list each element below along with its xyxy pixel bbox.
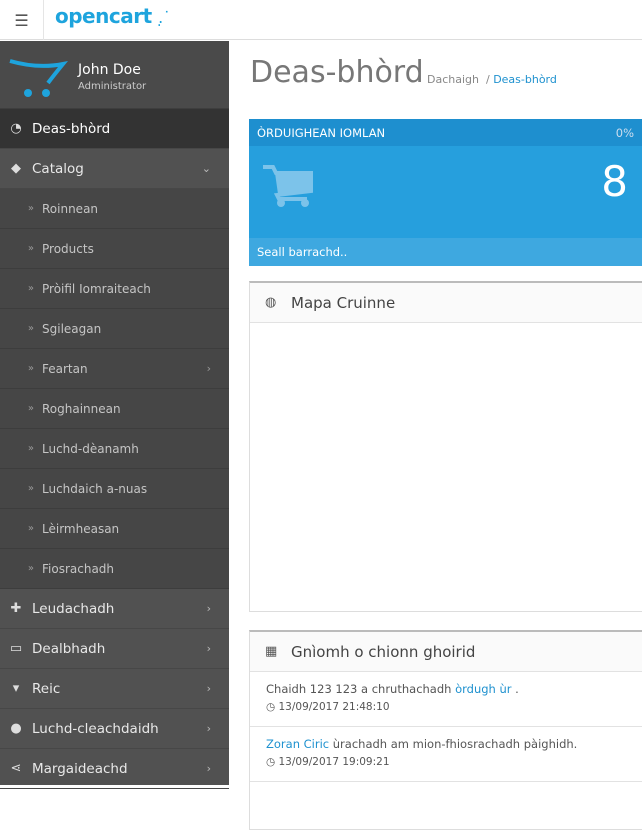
- nav-sales[interactable]: ▾ Reic ›: [0, 669, 229, 709]
- opencart-avatar: [9, 59, 68, 97]
- nav-label: Roinnean: [42, 201, 99, 216]
- breadcrumb-dashboard[interactable]: Deas-bhòrd: [493, 73, 557, 86]
- top-header: ☰ opencart .̣˙: [0, 0, 642, 40]
- nav-label: Reic: [32, 680, 61, 697]
- double-angle-icon: »: [27, 363, 34, 374]
- user-icon: ●: [10, 721, 22, 736]
- chevron-right-icon: ›: [206, 642, 211, 655]
- recent-activity-panel: ▦ Gnìomh o chionn ghoirid Chaidh 123 123 …: [249, 630, 642, 830]
- double-angle-icon: »: [27, 283, 34, 294]
- nav-sub-profiles[interactable]: » Pròifil Iomraiteach: [0, 269, 229, 309]
- activity-text: .: [511, 682, 519, 696]
- activity-time: 13/09/2017 19:09:21: [278, 756, 390, 768]
- nav-label: Products: [42, 241, 94, 256]
- sidebar: John Doe Administrator ◔ Deas-bhòrd ◆ Cata…: [0, 41, 229, 789]
- opencart-logo[interactable]: opencart .̣˙: [55, 4, 171, 28]
- dashboard-icon: ◔: [10, 121, 22, 136]
- nav-design[interactable]: ▭ Dealbhadh ›: [0, 629, 229, 669]
- breadcrumb-home[interactable]: Dachaigh: [427, 73, 479, 86]
- nav-label: Fiosrachadh: [42, 561, 115, 576]
- nav-sub-downloads[interactable]: » Luchdaich a-nuas: [0, 469, 229, 509]
- activity-link[interactable]: òrdugh ùr: [455, 682, 511, 696]
- nav-sub-options[interactable]: » Roghainnean: [0, 389, 229, 429]
- tile-value: 8: [601, 157, 628, 206]
- view-more-link[interactable]: Seall barrachd..: [249, 238, 642, 266]
- panel-title: Mapa Cruinne: [291, 293, 396, 312]
- double-angle-icon: »: [27, 203, 34, 214]
- activity-link[interactable]: Zoran Ciric: [266, 737, 329, 751]
- double-angle-icon: »: [27, 243, 34, 254]
- nav-dashboard[interactable]: ◔ Deas-bhòrd: [0, 109, 229, 149]
- double-angle-icon: »: [27, 443, 34, 454]
- tile-percent: 0%: [615, 125, 634, 140]
- chevron-down-icon: ⌄: [201, 162, 211, 175]
- cart-icon: ▾: [12, 681, 20, 696]
- double-angle-icon: »: [27, 483, 34, 494]
- clock-icon: ◷: [266, 756, 279, 768]
- page-title: Deas-bhòrd: [250, 55, 424, 90]
- activity-text: ùrachadh am mion-fhiosrachadh pàighidh.: [329, 737, 578, 751]
- tile-title: ÒRDUIGHEAN IOMLAN: [257, 125, 386, 140]
- activity-item: Zoran Ciric ùrachadh am mion-fhiosrachad…: [250, 727, 642, 782]
- nav-label: Roghainnean: [42, 401, 121, 416]
- activity-text: Chaidh 123 123 a chruthachadh: [266, 682, 456, 696]
- nav-label: Leudachadh: [32, 600, 115, 617]
- activity-item: Chaidh 123 123 a chruthachadh òrdugh ùr …: [250, 672, 642, 727]
- clock-icon: ◷: [266, 701, 279, 713]
- nav-sub-products[interactable]: » Products: [0, 229, 229, 269]
- share-icon: ⋖: [10, 761, 22, 776]
- chevron-right-icon: ›: [206, 682, 211, 695]
- double-angle-icon: »: [27, 403, 34, 414]
- nav-label: Luchd-dèanamh: [42, 441, 139, 456]
- user-role: Administrator: [78, 81, 147, 92]
- activity-time: 13/09/2017 21:48:10: [278, 701, 390, 713]
- nav-label: Margaideachd: [32, 760, 128, 777]
- nav-sub-roinnean[interactable]: » Roinnean: [0, 189, 229, 229]
- nav-label: Sgileagan: [42, 321, 102, 336]
- nav-marketing[interactable]: ⋖ Margaideachd ›: [0, 749, 229, 789]
- nav-sub-reviews[interactable]: » Lèirmheasan: [0, 509, 229, 549]
- indent-icon: ☰: [14, 10, 29, 30]
- double-angle-icon: »: [27, 523, 34, 534]
- total-orders-tile: ÒRDUIGHEAN IOMLAN 0% 8 Seall barrachd..: [249, 119, 642, 266]
- chevron-right-icon: ›: [206, 762, 211, 775]
- globe-icon: ◍: [265, 295, 277, 310]
- shopping-cart-icon: [263, 165, 313, 207]
- nav-customers[interactable]: ● Luchd-cleachdaidh ›: [0, 709, 229, 749]
- puzzle-icon: ✚: [10, 601, 22, 616]
- nav-sub-filters[interactable]: » Sgileagan: [0, 309, 229, 349]
- desktop-icon: ▭: [9, 641, 23, 656]
- menu-toggle-button[interactable]: ☰: [0, 0, 44, 40]
- nav-sub-attributes[interactable]: » Feartan ›: [0, 349, 229, 389]
- user-name: John Doe: [78, 62, 141, 78]
- nav-catalog[interactable]: ◆ Catalog ⌄: [0, 149, 229, 189]
- nav-extensions[interactable]: ✚ Leudachadh ›: [0, 589, 229, 629]
- world-map-panel: ◍ Mapa Cruinne: [249, 281, 642, 612]
- double-angle-icon: »: [27, 563, 34, 574]
- breadcrumb: Dachaigh / Deas-bhòrd: [427, 73, 557, 86]
- nav-label: Pròifil Iomraiteach: [42, 281, 151, 296]
- panel-title: Gnìomh o chionn ghoirid: [291, 642, 476, 661]
- chevron-right-icon: ›: [206, 362, 211, 375]
- chevron-right-icon: ›: [206, 602, 211, 615]
- tags-icon: ◆: [11, 161, 21, 176]
- double-angle-icon: »: [27, 323, 34, 334]
- chevron-right-icon: ›: [206, 722, 211, 735]
- calendar-icon: ▦: [265, 644, 278, 659]
- user-profile[interactable]: John Doe Administrator: [0, 41, 229, 109]
- main-content: Deas-bhòrd Dachaigh / Deas-bhòrd ÒRDUIGH…: [229, 41, 642, 830]
- nav-label: Luchdaich a-nuas: [42, 481, 148, 496]
- nav-label: Dealbhadh: [32, 640, 106, 657]
- nav-label: Lèirmheasan: [42, 521, 120, 536]
- nav-label: Catalog: [32, 160, 84, 177]
- nav-sub-manufacturers[interactable]: » Luchd-dèanamh: [0, 429, 229, 469]
- nav-sub-information[interactable]: » Fiosrachadh: [0, 549, 229, 589]
- nav-label: Luchd-cleachdaidh: [32, 720, 159, 737]
- nav-label: Deas-bhòrd: [32, 120, 111, 137]
- nav-label: Feartan: [42, 361, 88, 376]
